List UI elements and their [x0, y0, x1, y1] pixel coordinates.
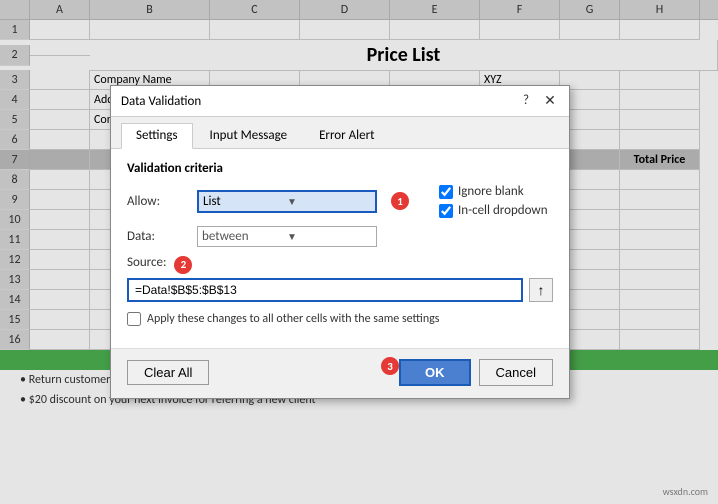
tab-error-alert[interactable]: Error Alert [304, 123, 389, 148]
source-input-row: ↑ [127, 278, 553, 302]
data-validation-dialog: Data Validation ? ✕ Settings Input Messa… [110, 85, 570, 399]
dialog-footer: Clear All 3 OK Cancel [111, 348, 569, 398]
dialog-help-button[interactable]: ? [517, 92, 535, 110]
data-value: between [202, 229, 287, 244]
data-dropdown-arrow: ▼ [287, 230, 372, 243]
validation-criteria-title: Validation criteria [127, 161, 553, 176]
circle-2: 2 [174, 256, 192, 274]
dialog-body: Validation criteria Allow: List ▼ 1 Igno… [111, 149, 569, 348]
source-row: Source: 2 ↑ [127, 255, 553, 302]
ignore-blank-checkbox[interactable] [439, 185, 453, 199]
data-dropdown[interactable]: between ▼ [197, 226, 377, 247]
source-input[interactable] [127, 278, 523, 302]
allow-dropdown-arrow: ▼ [287, 195, 371, 208]
checkbox-group: Ignore blank In-cell dropdown [439, 184, 548, 218]
allow-row: Allow: List ▼ 1 Ignore blank In-cell dro… [127, 184, 553, 218]
apply-label: Apply these changes to all other cells w… [147, 312, 439, 326]
clear-all-button[interactable]: Clear All [127, 360, 209, 385]
source-label: Source: [127, 255, 166, 270]
source-collapse-button[interactable]: ↑ [529, 278, 553, 302]
in-cell-dropdown-item: In-cell dropdown [439, 203, 548, 218]
apply-row: Apply these changes to all other cells w… [127, 312, 553, 326]
ok-button[interactable]: OK [399, 359, 471, 386]
cancel-button[interactable]: Cancel [479, 359, 553, 386]
dialog-titlebar: Data Validation ? ✕ [111, 86, 569, 117]
data-label: Data: [127, 229, 187, 244]
in-cell-dropdown-checkbox[interactable] [439, 204, 453, 218]
circle-3: 3 [381, 357, 399, 375]
data-row: Data: between ▼ [127, 226, 553, 247]
dialog-titlebar-controls: ? ✕ [517, 92, 559, 110]
allow-dropdown[interactable]: List ▼ [197, 190, 377, 213]
allow-value: List [203, 194, 287, 209]
footer-left: Clear All [127, 360, 209, 385]
dialog-title: Data Validation [121, 94, 201, 109]
ignore-blank-item: Ignore blank [439, 184, 548, 199]
circle-1: 1 [391, 192, 409, 210]
tab-settings[interactable]: Settings [121, 123, 193, 149]
tab-input-message[interactable]: Input Message [195, 123, 303, 148]
source-collapse-icon: ↑ [538, 282, 545, 298]
footer-right: 3 OK Cancel [399, 359, 553, 386]
in-cell-dropdown-label: In-cell dropdown [458, 203, 548, 218]
ignore-blank-label: Ignore blank [458, 184, 524, 199]
allow-label: Allow: [127, 194, 187, 209]
dialog-close-button[interactable]: ✕ [541, 92, 559, 110]
apply-checkbox[interactable] [127, 312, 141, 326]
dialog-tabs: Settings Input Message Error Alert [111, 117, 569, 149]
